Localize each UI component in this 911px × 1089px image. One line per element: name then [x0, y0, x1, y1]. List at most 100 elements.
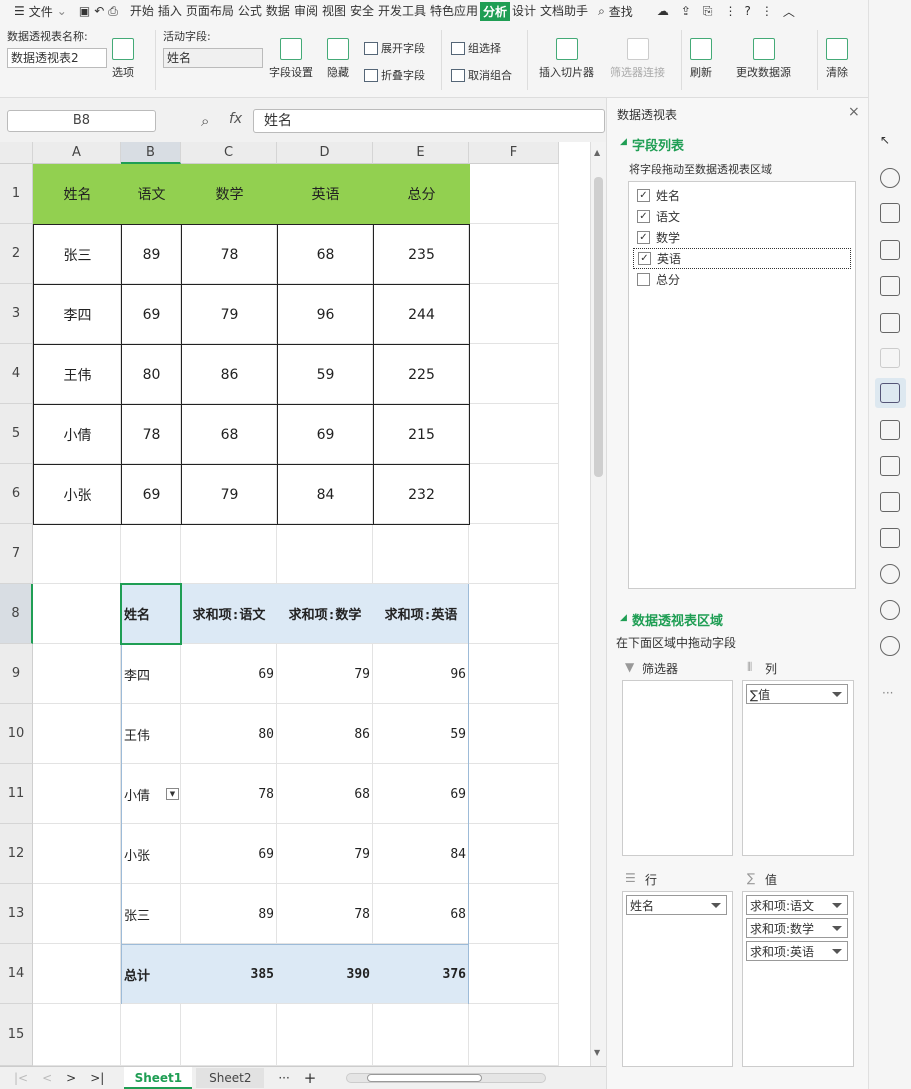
source-data-cell[interactable]: 79	[181, 464, 278, 525]
grid-cell[interactable]	[373, 524, 469, 584]
source-data-cell[interactable]: 232	[373, 464, 470, 525]
group-select-button[interactable]: 组选择	[451, 40, 501, 56]
menu-tab[interactable]: 特色应用	[428, 2, 480, 21]
field-item[interactable]: ✓ 数学	[637, 227, 847, 248]
value-area[interactable]: 求和项:语文 求和项:数学 求和项:英语	[742, 891, 854, 1067]
hide-button[interactable]: 隐藏	[327, 38, 349, 80]
collapse-triangle-icon[interactable]: ◢	[620, 613, 627, 623]
pivot-data-cell[interactable]: 68	[373, 884, 469, 944]
pivot-data-cell[interactable]: 96	[373, 644, 469, 704]
insert-slicer-button[interactable]: 插入切片器	[539, 38, 594, 80]
image-icon[interactable]	[880, 420, 900, 440]
row-area[interactable]: 姓名	[622, 891, 733, 1067]
spreadsheet-grid[interactable]: A B C D E F 1 2 3 4 5 6 7 8 9 10 11 12 13 14 15 姓名 语文 数学 英语 总分 张三 8…	[0, 142, 590, 1066]
grid-cell[interactable]	[469, 884, 559, 944]
undo-icon[interactable]: ↶	[92, 4, 106, 18]
pivot-data-cell[interactable]: 小倩	[121, 764, 181, 824]
pivot-data-cell[interactable]: 59	[373, 704, 469, 764]
source-data-cell[interactable]: 244	[373, 284, 470, 345]
pivot-data-cell[interactable]: 79	[277, 824, 373, 884]
menu-file[interactable]: 文件	[27, 3, 55, 20]
select-all-corner[interactable]	[0, 142, 33, 164]
value-field-dropdown[interactable]: 求和项:数学	[746, 918, 848, 938]
menu-tab[interactable]: 页面布局	[184, 2, 236, 21]
grid-cell[interactable]	[33, 524, 121, 584]
horizontal-scroll-thumb[interactable]	[367, 1074, 483, 1082]
source-data-cell[interactable]: 79	[181, 284, 278, 345]
grid-cell[interactable]	[469, 764, 559, 824]
first-sheet-icon[interactable]: |<	[14, 1071, 28, 1085]
pivot-data-cell[interactable]: 80	[181, 704, 277, 764]
archive-icon[interactable]	[880, 492, 900, 512]
help-icon[interactable]	[880, 636, 900, 656]
history-icon[interactable]	[880, 600, 900, 620]
grid-cell[interactable]	[469, 344, 559, 404]
row-header[interactable]: 3	[0, 284, 33, 344]
pivot-data-cell[interactable]: 69	[181, 824, 277, 884]
pivot-header-cell[interactable]: 姓名	[121, 584, 181, 644]
row-header[interactable]: 6	[0, 464, 33, 524]
row-header[interactable]: 2	[0, 224, 33, 284]
source-data-cell[interactable]: 78	[181, 224, 278, 285]
hamburger-icon[interactable]: ☰	[12, 4, 27, 18]
search-icon[interactable]: ⌕	[596, 4, 607, 19]
field-checkbox[interactable]	[637, 273, 650, 286]
horizontal-scrollbar[interactable]	[346, 1073, 547, 1083]
menu-tab[interactable]: 分析	[480, 1, 511, 21]
grid-cell[interactable]	[469, 824, 559, 884]
last-sheet-icon[interactable]: >|	[90, 1071, 104, 1085]
source-data-cell[interactable]: 235	[373, 224, 470, 285]
chevron-down-icon[interactable]	[832, 949, 842, 954]
grid-cell[interactable]	[469, 464, 559, 524]
grid-cell[interactable]	[373, 1004, 469, 1066]
grid-cell[interactable]	[33, 584, 121, 644]
pivot-icon[interactable]	[880, 383, 900, 403]
picture-icon[interactable]	[880, 528, 900, 548]
pivot-data-cell[interactable]: 89	[181, 884, 277, 944]
grid-cell[interactable]	[121, 1004, 181, 1066]
field-item[interactable]: ✓ 英语	[633, 248, 851, 269]
grid-cell[interactable]	[469, 944, 559, 1004]
grid-cell[interactable]	[469, 704, 559, 764]
column-header[interactable]: C	[181, 142, 277, 164]
grid-icon[interactable]	[880, 276, 900, 296]
shapes-icon[interactable]	[880, 168, 900, 188]
save-icon[interactable]: ▣	[77, 4, 92, 18]
prev-sheet-icon[interactable]: <	[42, 1071, 52, 1085]
row-header[interactable]: 12	[0, 824, 33, 884]
grid-cell[interactable]	[469, 524, 559, 584]
clear-button[interactable]: 清除	[826, 38, 848, 80]
filter-area[interactable]	[622, 680, 733, 856]
options-button[interactable]: 选项	[112, 38, 134, 80]
field-checkbox[interactable]: ✓	[638, 252, 651, 265]
pivot-data-cell[interactable]: 84	[373, 824, 469, 884]
menu-tab[interactable]: 安全	[348, 2, 376, 21]
grid-cell[interactable]	[469, 164, 559, 224]
source-data-cell[interactable]: 小张	[33, 464, 122, 525]
source-data-cell[interactable]: 80	[121, 344, 182, 405]
dots-icon[interactable]: ⋮	[759, 4, 775, 18]
source-data-cell[interactable]: 59	[277, 344, 374, 405]
pivot-data-cell[interactable]: 小张	[121, 824, 181, 884]
field-checkbox[interactable]: ✓	[637, 210, 650, 223]
pivot-header-cell[interactable]: 求和项:数学	[277, 584, 373, 644]
column-field-dropdown[interactable]: ∑值	[746, 684, 848, 704]
pivot-name-input[interactable]: 数据透视表2	[7, 48, 107, 68]
source-header-cell[interactable]: 姓名	[33, 164, 122, 224]
help-icon[interactable]: ?	[742, 4, 752, 18]
sheet-tab-active[interactable]: Sheet1	[124, 1067, 193, 1089]
row-header[interactable]: 9	[0, 644, 33, 704]
row-header[interactable]: 7	[0, 524, 33, 584]
pivot-total-cell[interactable]: 390	[277, 944, 373, 1004]
source-header-cell[interactable]: 语文	[121, 164, 182, 224]
sheet-tab[interactable]: Sheet2	[196, 1068, 265, 1088]
cursor-icon[interactable]: ↖	[880, 133, 900, 153]
grid-cell[interactable]	[181, 524, 277, 584]
fx-icon[interactable]: fx	[229, 111, 242, 127]
grid-cell[interactable]	[469, 404, 559, 464]
close-icon[interactable]: ×	[848, 104, 860, 120]
more-sheets-icon[interactable]: ···	[278, 1071, 289, 1085]
menu-tab[interactable]: 视图	[320, 2, 348, 21]
pivot-data-cell[interactable]: 78	[277, 884, 373, 944]
grid-cell[interactable]	[181, 1004, 277, 1066]
